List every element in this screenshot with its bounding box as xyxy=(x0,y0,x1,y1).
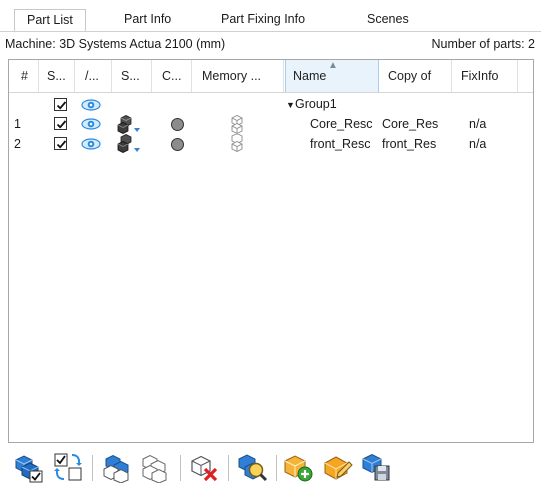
tab-part-info[interactable]: Part Info xyxy=(124,8,171,32)
part-name: Core_Resc xyxy=(310,117,373,131)
toolbar-separator xyxy=(180,455,181,481)
column-header-copy-of[interactable]: Copy of xyxy=(379,60,452,92)
parts-count-label: Number of parts: 2 xyxy=(431,37,535,51)
row-number: 1 xyxy=(14,117,21,131)
tab-part-list[interactable]: Part List xyxy=(14,9,86,32)
table-row[interactable]: 1 Core_Resc Core_Res n/a xyxy=(9,114,533,134)
save-scene-icon[interactable] xyxy=(360,451,392,483)
edit-group-icon[interactable] xyxy=(322,451,354,483)
swap-icon[interactable] xyxy=(52,451,84,483)
eye-icon[interactable] xyxy=(81,138,101,150)
check-icon xyxy=(56,101,67,110)
toolbar-separator xyxy=(92,455,93,481)
select-checkbox[interactable] xyxy=(54,117,67,130)
column-header-number[interactable]: # xyxy=(9,60,39,92)
column-header-name-label: Name xyxy=(293,69,327,83)
column-header-color[interactable]: C... xyxy=(152,60,192,92)
part-list-table[interactable]: # S... /... S... C... Memory ... ▲ Name … xyxy=(8,59,534,443)
search-part-icon[interactable] xyxy=(236,451,268,483)
column-header-selected[interactable]: S... xyxy=(39,60,75,92)
info-bar: Machine: 3D Systems Actua 2100 (mm) Numb… xyxy=(0,36,541,54)
solid-cubes-icon[interactable] xyxy=(117,134,145,154)
column-header-fixinfo[interactable]: FixInfo xyxy=(452,60,518,92)
check-icon xyxy=(56,120,67,129)
remove-part-icon[interactable] xyxy=(188,451,220,483)
memory-cube-icon xyxy=(231,114,243,134)
select-checkbox[interactable] xyxy=(54,137,67,150)
group-select-checkbox[interactable] xyxy=(54,98,67,111)
memory-cube-icon xyxy=(231,134,243,153)
toolbar-separator xyxy=(228,455,229,481)
row-number: 2 xyxy=(14,137,21,151)
duplicate-part-icon[interactable] xyxy=(100,451,132,483)
bottom-toolbar xyxy=(8,449,534,485)
add-part-icon[interactable] xyxy=(12,451,44,483)
table-header: # S... /... S... C... Memory ... ▲ Name … xyxy=(9,60,533,93)
part-fixinfo: n/a xyxy=(469,137,487,151)
column-header-name[interactable]: ▲ Name xyxy=(285,60,379,92)
tab-scenes[interactable]: Scenes xyxy=(367,8,409,32)
solid-cubes-icon[interactable] xyxy=(117,114,145,134)
expand-arrow-icon[interactable]: ▼ xyxy=(286,97,295,113)
part-name: front_Resc xyxy=(310,137,371,151)
eye-icon[interactable] xyxy=(81,118,101,130)
table-row[interactable]: 2 front_Resc front_Res n/a xyxy=(9,134,533,154)
column-header-visible[interactable]: /... xyxy=(75,60,112,92)
clone-part-icon[interactable] xyxy=(138,451,170,483)
group-label: Group1 xyxy=(295,97,337,111)
tab-divider xyxy=(0,31,541,32)
check-icon xyxy=(56,140,67,149)
part-fixinfo: n/a xyxy=(469,117,487,131)
sort-ascending-icon: ▲ xyxy=(328,60,338,71)
machine-label: Machine: 3D Systems Actua 2100 (mm) xyxy=(5,37,226,51)
tab-part-fixing-info[interactable]: Part Fixing Info xyxy=(221,8,305,32)
color-dot-icon[interactable] xyxy=(171,118,184,131)
part-copy-of: Core_Res xyxy=(382,117,439,131)
group-row[interactable]: ▼ Group1 xyxy=(9,95,533,113)
eye-icon[interactable] xyxy=(81,99,101,111)
column-header-memory[interactable]: Memory ... xyxy=(192,60,284,92)
add-to-group-icon[interactable] xyxy=(282,451,314,483)
column-header-status[interactable]: S... xyxy=(112,60,152,92)
toolbar-separator xyxy=(276,455,277,481)
tab-bar: Part List Part Info Part Fixing Info Sce… xyxy=(8,8,534,32)
color-dot-icon[interactable] xyxy=(171,138,184,151)
part-copy-of: front_Res xyxy=(382,137,437,151)
